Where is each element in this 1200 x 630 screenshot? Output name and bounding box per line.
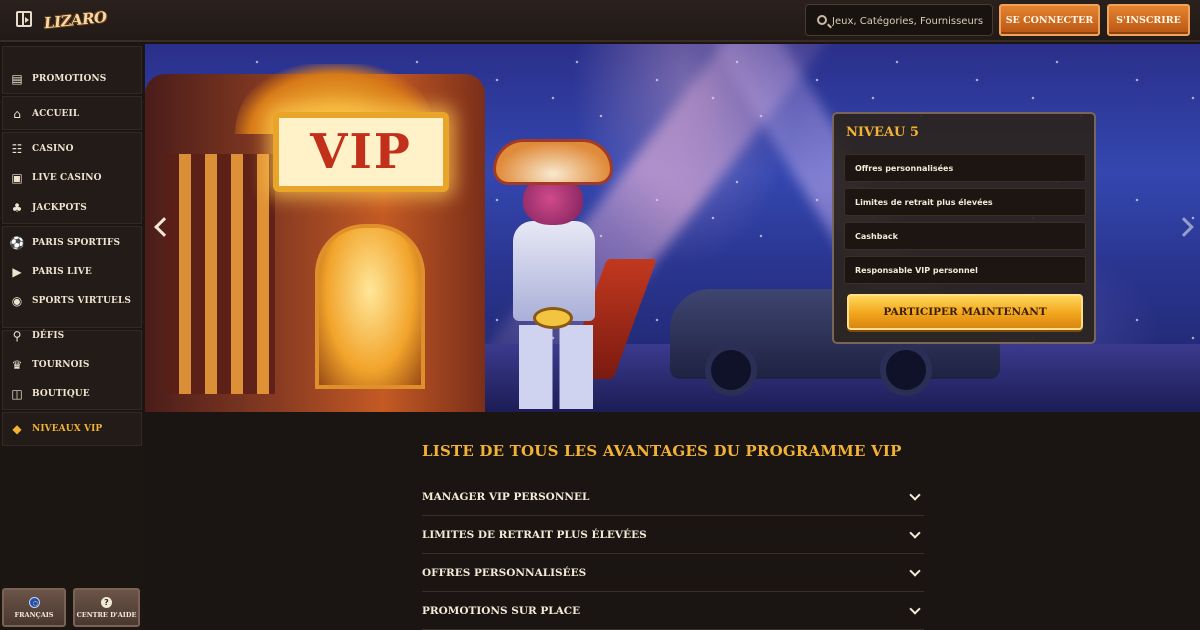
sidebar-item-label: LIVE CASINO xyxy=(32,173,102,183)
join-now-button[interactable]: PARTICIPER MAINTENANT xyxy=(847,294,1083,330)
sidebar-item-label: NIVEAUX VIP xyxy=(32,424,103,434)
cowboy-lizard-character xyxy=(485,139,657,409)
vip-sign: VIP xyxy=(273,112,449,192)
eu-flag-icon xyxy=(28,596,40,608)
sidebar-item-live-betting[interactable]: ▶ PARIS LIVE xyxy=(10,261,140,283)
character-belt-buckle xyxy=(533,307,573,329)
sidebar-item-vip-levels[interactable]: ◆ NIVEAUX VIP xyxy=(10,418,140,440)
accordion-item[interactable]: MANAGER VIP PERSONNEL xyxy=(422,478,924,516)
sidebar-item-tournaments[interactable]: ♛ TOURNOIS xyxy=(10,354,140,376)
sidebar-item-virtual-sports[interactable]: ◉ SPORTS VIRTUELS xyxy=(10,290,140,312)
chevron-down-icon[interactable] xyxy=(909,526,921,539)
login-button[interactable]: SE CONNECTER xyxy=(999,4,1100,36)
glowing-door xyxy=(315,224,425,389)
medal-icon: ⚲ xyxy=(12,329,22,343)
search-bar[interactable] xyxy=(805,4,993,36)
accordion-label: LIMITES DE RETRAIT PLUS ÉLEVÉES xyxy=(422,528,647,541)
sidebar-item-live-casino[interactable]: ▣ LIVE CASINO xyxy=(10,167,140,189)
sidebar-item-label: PARIS LIVE xyxy=(32,267,92,277)
character-body xyxy=(513,221,595,321)
chevron-down-icon[interactable] xyxy=(909,602,921,615)
register-button[interactable]: S'INSCRIRE xyxy=(1107,4,1190,36)
sidebar-item-jackpots[interactable]: ♣ JACKPOTS xyxy=(10,197,140,219)
chevron-down-icon[interactable] xyxy=(909,488,921,501)
site-logo[interactable]: LIZARO xyxy=(43,4,107,39)
language-label: FRANÇAIS xyxy=(14,610,54,619)
accordion-label: MANAGER VIP PERSONNEL xyxy=(422,490,590,503)
sidebar-item-label: BOUTIQUE xyxy=(32,389,90,399)
help-label: CENTRE D'AIDE xyxy=(76,610,137,619)
car-wheel xyxy=(705,344,757,396)
live-casino-icon: ▣ xyxy=(11,171,23,185)
sidebar-toggle-icon[interactable] xyxy=(16,11,32,27)
search-icon xyxy=(817,15,827,25)
search-input[interactable] xyxy=(832,11,990,31)
vip-benefits-section: LISTE DE TOUS LES AVANTAGES DU PROGRAMME… xyxy=(145,412,1200,630)
accordion-item[interactable]: OFFRES PERSONNALISÉES xyxy=(422,554,924,592)
car-wheel xyxy=(880,344,932,396)
vip-benefit-item: Limites de retrait plus élevées xyxy=(844,188,1086,216)
vip-level-title: NIVEAU 5 xyxy=(846,125,919,140)
sidebar-item-home[interactable]: ⌂ ACCUEIL xyxy=(10,103,140,125)
sidebar-item-promotions[interactable]: ▤ PROMOTIONS xyxy=(10,68,140,90)
sidebar-item-casino[interactable]: ☷ CASINO xyxy=(10,138,140,160)
sidebar-item-label: TOURNOIS xyxy=(32,360,90,370)
cowboy-hat xyxy=(493,139,613,185)
home-icon: ⌂ xyxy=(13,107,21,121)
diamond-icon: ◆ xyxy=(12,422,22,436)
sidebar-item-label: PARIS SPORTIFS xyxy=(32,238,121,248)
top-header: LIZARO SE CONNECTER S'INSCRIRE xyxy=(0,0,1200,42)
trophy-icon: ♛ xyxy=(11,358,23,372)
language-button[interactable]: FRANÇAIS xyxy=(2,588,66,627)
character-legs xyxy=(519,325,593,409)
help-center-button[interactable]: ? CENTRE D'AIDE xyxy=(73,588,140,627)
accordion-item[interactable]: PROMOTIONS SUR PLACE xyxy=(422,592,924,630)
sidebar-item-label: SPORTS VIRTUELS xyxy=(32,296,132,306)
clover-icon: ♣ xyxy=(11,201,23,215)
accordion-label: OFFRES PERSONNALISÉES xyxy=(422,566,587,579)
sidebar-item-sports-betting[interactable]: ⚽ PARIS SPORTIFS xyxy=(10,232,140,254)
sidebar-item-shop[interactable]: ◫ BOUTIQUE xyxy=(10,383,140,405)
help-icon: ? xyxy=(101,596,112,608)
vip-benefit-item: Offres personnalisées xyxy=(844,154,1086,182)
building-lights xyxy=(165,154,275,394)
sidebar-item-label: DÉFIS xyxy=(32,331,65,341)
sidebar-item-label: CASINO xyxy=(32,144,74,154)
virtual-sports-icon: ◉ xyxy=(11,294,23,308)
section-title: LISTE DE TOUS LES AVANTAGES DU PROGRAMME… xyxy=(422,442,902,460)
vip-benefit-item: Responsable VIP personnel xyxy=(844,256,1086,284)
sidebar-item-label: JACKPOTS xyxy=(32,203,87,213)
vip-level-panel: NIVEAU 5 Offres personnalisées Limites d… xyxy=(832,112,1096,344)
accordion-label: PROMOTIONS SUR PLACE xyxy=(422,604,581,617)
vip-benefit-item: Cashback xyxy=(844,222,1086,250)
sports-ball-icon: ⚽ xyxy=(9,236,25,250)
shop-icon: ◫ xyxy=(11,387,23,401)
chevron-down-icon[interactable] xyxy=(909,564,921,577)
gift-icon: ▤ xyxy=(11,72,23,86)
play-icon: ▶ xyxy=(12,265,22,279)
sidebar: ▤ PROMOTIONS ⌂ ACCUEIL ☷ CASINO ▣ LIVE C… xyxy=(0,44,145,630)
sidebar-item-label: PROMOTIONS xyxy=(32,74,107,84)
accordion-item[interactable]: LIMITES DE RETRAIT PLUS ÉLEVÉES xyxy=(422,516,924,554)
sidebar-item-challenges[interactable]: ⚲ DÉFIS xyxy=(10,325,140,347)
sidebar-item-label: ACCUEIL xyxy=(32,109,80,119)
casino-icon: ☷ xyxy=(11,142,23,156)
